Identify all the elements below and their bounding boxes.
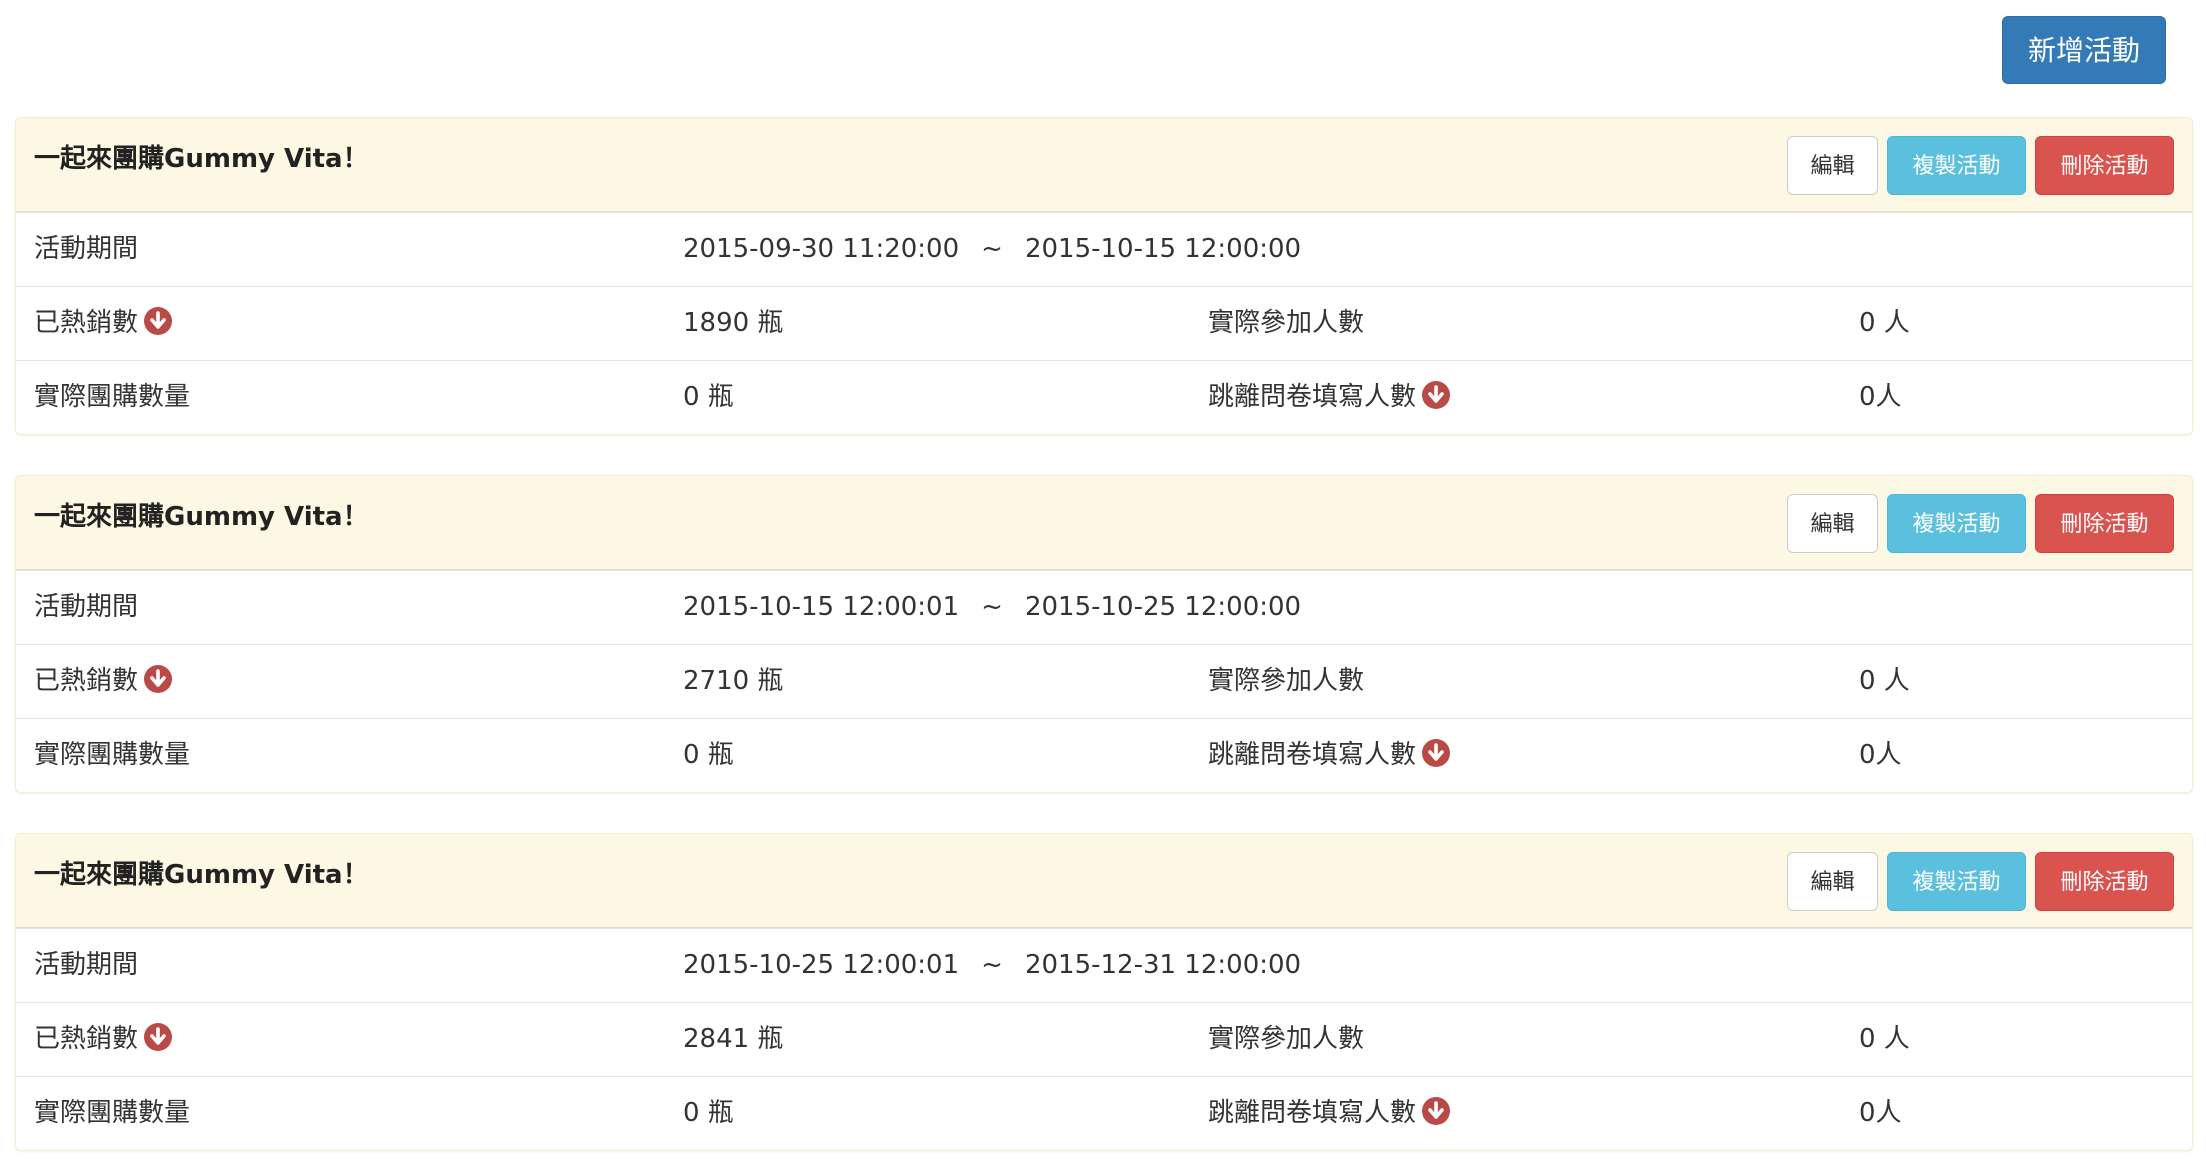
panel-heading: 一起來團購Gummy Vita！ 編輯 複製活動 刪除活動 [16, 476, 2192, 570]
left-survey-value: 0人 [1859, 740, 1902, 770]
left-survey-label: 跳離問卷填寫人數 [1208, 1098, 1417, 1128]
activity-panel: 一起來團購Gummy Vita！ 編輯 複製活動 刪除活動 活動期間 2015-… [15, 475, 2193, 793]
period-end: 2015-12-31 12:00:00 [1024, 950, 1302, 980]
period-value: 2015-10-25 12:00:01 ~2015-12-31 12:00:00 [683, 929, 1301, 1002]
participants-value: 0 人 [1859, 666, 1910, 696]
download-circle-icon[interactable] [1422, 739, 1451, 767]
sold-row: 已熱銷數 1890 瓶 實際參加人數 0 人 [16, 286, 2192, 360]
group-qty-label: 實際團購數量 [34, 382, 191, 412]
left-survey-label-cell: 跳離問卷填寫人數 [1208, 1077, 1451, 1150]
period-row: 活動期間 2015-10-25 12:00:01 ~2015-12-31 12:0… [16, 928, 2192, 1002]
group-qty-label: 實際團購數量 [34, 1098, 191, 1128]
delete-activity-button[interactable]: 刪除活動 [2035, 136, 2174, 195]
add-activity-button[interactable]: 新增活動 [2002, 16, 2166, 84]
sold-label-cell: 已熱銷數 [34, 287, 173, 360]
delete-activity-button[interactable]: 刪除活動 [2035, 852, 2174, 911]
copy-activity-button[interactable]: 複製活動 [1887, 136, 2026, 195]
left-survey-value: 0人 [1859, 382, 1902, 412]
sold-value: 2841 瓶 [683, 1024, 784, 1054]
sold-row: 已熱銷數 2841 瓶 實際參加人數 0 人 [16, 1002, 2192, 1076]
delete-activity-button[interactable]: 刪除活動 [2035, 494, 2174, 553]
period-end: 2015-10-15 12:00:00 [1024, 234, 1302, 264]
download-circle-icon[interactable] [144, 307, 173, 335]
period-separator: ~ [981, 950, 1003, 980]
sold-row: 已熱銷數 2710 瓶 實際參加人數 0 人 [16, 644, 2192, 718]
period-label: 活動期間 [34, 592, 139, 622]
left-survey-value: 0人 [1859, 1098, 1902, 1128]
period-label: 活動期間 [34, 234, 139, 264]
group-qty-row: 實際團購數量 0 瓶 跳離問卷填寫人數 0人 [16, 1076, 2192, 1150]
left-survey-label: 跳離問卷填寫人數 [1208, 382, 1417, 412]
activity-title: 一起來團購Gummy Vita！ [34, 144, 369, 174]
sold-value: 2710 瓶 [683, 666, 784, 696]
group-qty-row: 實際團購數量 0 瓶 跳離問卷填寫人數 0人 [16, 718, 2192, 792]
activity-title: 一起來團購Gummy Vita！ [34, 860, 369, 890]
activity-panel: 一起來團購Gummy Vita！ 編輯 複製活動 刪除活動 活動期間 2015-… [15, 117, 2193, 435]
sold-label-cell: 已熱銷數 [34, 645, 173, 718]
download-circle-icon[interactable] [144, 665, 173, 693]
left-survey-label-cell: 跳離問卷填寫人數 [1208, 361, 1451, 434]
participants-label: 實際參加人數 [1208, 308, 1365, 338]
group-qty-value: 0 瓶 [683, 382, 734, 412]
group-qty-row: 實際團購數量 0 瓶 跳離問卷填寫人數 0人 [16, 360, 2192, 434]
download-circle-icon[interactable] [1422, 381, 1451, 409]
activity-panel: 一起來團購Gummy Vita！ 編輯 複製活動 刪除活動 活動期間 2015-… [15, 833, 2193, 1151]
download-circle-icon[interactable] [144, 1023, 173, 1051]
period-value: 2015-09-30 11:20:00 ~2015-10-15 12:00:00 [683, 213, 1301, 286]
period-row: 活動期間 2015-10-15 12:00:01 ~2015-10-25 12:0… [16, 570, 2192, 644]
participants-value: 0 人 [1859, 1024, 1910, 1054]
sold-label: 已熱銷數 [34, 666, 139, 696]
edit-button[interactable]: 編輯 [1787, 494, 1878, 553]
period-label: 活動期間 [34, 950, 139, 980]
activity-title: 一起來團購Gummy Vita！ [34, 502, 369, 532]
copy-activity-button[interactable]: 複製活動 [1887, 852, 2026, 911]
panel-actions: 編輯 複製活動 刪除活動 [1787, 494, 2174, 553]
left-survey-label-cell: 跳離問卷填寫人數 [1208, 719, 1451, 792]
left-survey-label: 跳離問卷填寫人數 [1208, 740, 1417, 770]
panel-heading: 一起來團購Gummy Vita！ 編輯 複製活動 刪除活動 [16, 834, 2192, 928]
panel-heading: 一起來團購Gummy Vita！ 編輯 複製活動 刪除活動 [16, 118, 2192, 212]
sold-value: 1890 瓶 [683, 308, 784, 338]
sold-label: 已熱銷數 [34, 308, 139, 338]
edit-button[interactable]: 編輯 [1787, 136, 1878, 195]
edit-button[interactable]: 編輯 [1787, 852, 1878, 911]
panel-actions: 編輯 複製活動 刪除活動 [1787, 136, 2174, 195]
participants-value: 0 人 [1859, 308, 1910, 338]
page-toolbar: 新增活動 [2002, 16, 2166, 84]
sold-label-cell: 已熱銷數 [34, 1003, 173, 1076]
period-separator: ~ [981, 234, 1003, 264]
panel-actions: 編輯 複製活動 刪除活動 [1787, 852, 2174, 911]
period-separator: ~ [981, 592, 1003, 622]
period-start: 2015-09-30 11:20:00 [683, 234, 960, 264]
copy-activity-button[interactable]: 複製活動 [1887, 494, 2026, 553]
group-qty-value: 0 瓶 [683, 1098, 734, 1128]
period-value: 2015-10-15 12:00:01 ~2015-10-25 12:00:00 [683, 571, 1301, 644]
period-start: 2015-10-15 12:00:01 [683, 592, 960, 622]
period-end: 2015-10-25 12:00:00 [1024, 592, 1302, 622]
group-qty-label: 實際團購數量 [34, 740, 191, 770]
participants-label: 實際參加人數 [1208, 666, 1365, 696]
period-row: 活動期間 2015-09-30 11:20:00 ~2015-10-15 12:0… [16, 212, 2192, 286]
sold-label: 已熱銷數 [34, 1024, 139, 1054]
group-qty-value: 0 瓶 [683, 740, 734, 770]
participants-label: 實際參加人數 [1208, 1024, 1365, 1054]
period-start: 2015-10-25 12:00:01 [683, 950, 960, 980]
download-circle-icon[interactable] [1422, 1097, 1451, 1125]
